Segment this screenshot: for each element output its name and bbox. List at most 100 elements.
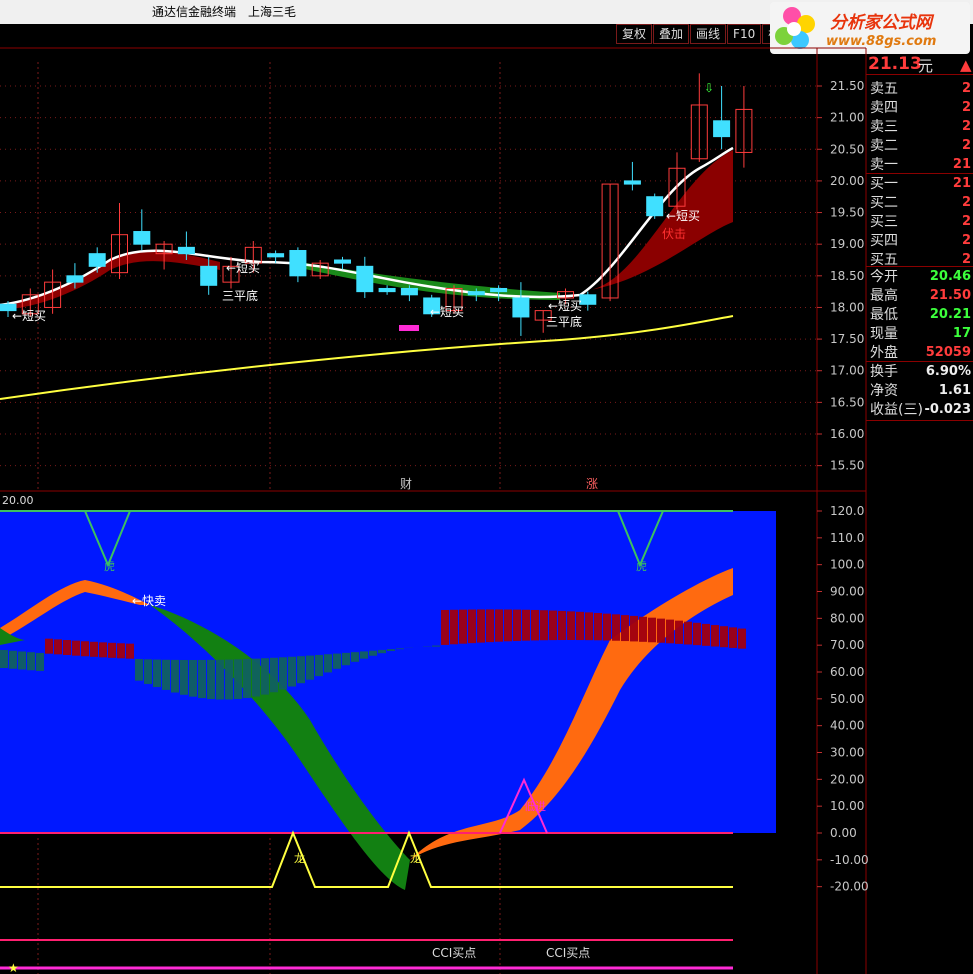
tiger-label: 虎 <box>104 560 115 573</box>
osc-tick-label: 100.0 <box>830 558 864 572</box>
histogram-bar <box>189 659 197 697</box>
histogram-bar <box>477 609 485 643</box>
ma-long-line <box>0 315 734 400</box>
osc-tick-label: -10.00 <box>830 853 869 867</box>
panel-divider <box>866 361 973 362</box>
bid-row-label: 买二 <box>870 195 898 211</box>
histogram-bar <box>108 642 116 658</box>
candle-body <box>713 120 731 138</box>
histogram-bar <box>63 640 71 656</box>
histogram-bar <box>720 626 728 648</box>
histogram-bar <box>576 611 584 641</box>
price-tick-label: 21.00 <box>830 111 864 125</box>
histogram-bar <box>162 659 170 690</box>
short-buy-label: ←短买 <box>226 261 260 275</box>
histogram-bar <box>144 659 152 684</box>
histogram-bar <box>117 643 125 659</box>
histogram-bar <box>621 615 629 642</box>
histogram-bar <box>234 659 242 700</box>
price-tick-label: 20.00 <box>830 174 864 188</box>
histogram-bar <box>135 659 143 681</box>
histogram-bar <box>297 656 305 684</box>
ask-row: 卖四 2 <box>870 99 973 117</box>
dragon-label: 龙 <box>294 852 305 865</box>
histogram-bar <box>684 621 692 645</box>
price-unit: 元 <box>918 57 934 75</box>
price-tick-label: 17.50 <box>830 332 864 346</box>
histogram-bar <box>666 619 674 644</box>
ask-row-value: 2 <box>961 81 971 96</box>
histogram-bar <box>387 649 395 651</box>
stat-row: 今开 20.46 <box>870 268 973 286</box>
cci-buy-label: CCI买点 <box>432 946 476 960</box>
histogram-bar <box>90 641 98 657</box>
ask-row-label: 卖四 <box>870 100 898 116</box>
histogram-bar <box>630 615 638 642</box>
panel-divider <box>866 266 973 267</box>
price-tick-label: 15.50 <box>830 459 864 473</box>
candle-body <box>133 231 151 245</box>
histogram-bar <box>270 657 278 693</box>
osc-tick-label: 50.00 <box>830 692 864 706</box>
histogram-bar <box>72 640 80 656</box>
ask-row-value: 2 <box>961 138 971 153</box>
stat-row-label: 收益(三) <box>870 402 923 418</box>
stat-row-label: 外盘 <box>870 345 898 361</box>
osc-tick-label: 120.0 <box>830 504 864 518</box>
candle-body <box>334 259 351 264</box>
stat-row-label: 最低 <box>870 307 898 323</box>
star-icon: ★ <box>8 961 19 974</box>
stat-row-value: -0.023 <box>924 402 971 417</box>
histogram-bar <box>243 658 251 699</box>
osc-tick-label: -20.00 <box>830 880 869 894</box>
histogram-bar <box>531 609 539 641</box>
bid-row-label: 买一 <box>870 176 898 192</box>
short-buy-label: ←短买 <box>548 299 582 313</box>
stat-row: 最高 21.50 <box>870 287 973 305</box>
osc-tick-label: 110.0 <box>830 531 864 545</box>
histogram-bar <box>567 611 575 641</box>
current-price: 21.13 <box>868 54 922 74</box>
osc-tick-label: 60.00 <box>830 665 864 679</box>
histogram-bar <box>675 620 683 644</box>
histogram-bar <box>612 614 620 641</box>
histogram-bar <box>27 652 35 671</box>
price-tick-label: 21.50 <box>830 79 864 93</box>
three-flat-label: 三平底 <box>546 314 582 329</box>
price-tick-label: 16.00 <box>830 427 864 441</box>
candle-body <box>200 265 218 286</box>
stat-row-label: 净资 <box>870 383 898 399</box>
histogram-bar <box>459 609 467 644</box>
indicator-value: 20.00 <box>2 494 34 507</box>
histogram-bar <box>450 609 458 645</box>
histogram-bar <box>342 652 350 666</box>
stat-row: 收益(三) -0.023 <box>870 401 973 419</box>
histogram-bar <box>288 656 296 687</box>
candle-body <box>579 294 597 305</box>
histogram-bar <box>648 617 656 643</box>
candle-body <box>512 297 530 318</box>
osc-tick-label: 10.00 <box>830 799 864 813</box>
histogram-bar <box>99 642 107 658</box>
price-tick-label: 19.50 <box>830 206 864 220</box>
osc-tick-label: 30.00 <box>830 746 864 760</box>
ask-row-label: 卖二 <box>870 138 898 154</box>
histogram-bar <box>315 654 323 677</box>
candle-body <box>88 253 106 267</box>
histogram-bar <box>513 609 521 641</box>
candle-body <box>646 196 664 217</box>
histogram-bar <box>396 648 404 650</box>
stat-row-value: 6.90% <box>925 364 971 379</box>
histogram-bar <box>657 618 665 643</box>
histogram-bar <box>639 616 647 642</box>
ask-row: 卖三 2 <box>870 118 973 136</box>
histogram-bar <box>702 623 710 646</box>
histogram-bar <box>306 655 314 680</box>
panel-divider <box>866 420 973 421</box>
stat-row: 换手 6.90% <box>870 363 973 381</box>
short-buy-label: ←短买 <box>666 209 700 223</box>
stat-row: 最低 20.21 <box>870 306 973 324</box>
stat-row: 外盘 52059 <box>870 344 973 362</box>
bid-row-value: 2 <box>961 195 971 210</box>
histogram-bar <box>171 659 179 693</box>
